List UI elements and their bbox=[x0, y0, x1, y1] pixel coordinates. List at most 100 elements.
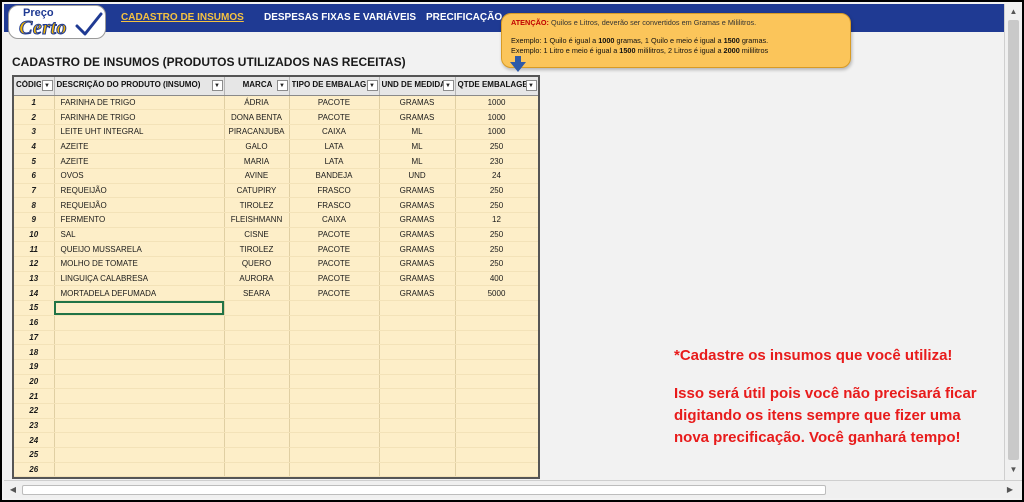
cell-marca[interactable]: ÁDRIA bbox=[224, 95, 290, 111]
cell-tipo-embalagem[interactable] bbox=[289, 432, 380, 448]
table-row[interactable]: 20 bbox=[14, 374, 538, 390]
table-row[interactable]: 13 LINGUIÇA CALABRESA AURORA PACOTE GRAMAS 40… bbox=[14, 271, 538, 287]
cell-codigo[interactable]: 11 bbox=[14, 241, 55, 258]
cell-und-medida[interactable] bbox=[379, 462, 456, 477]
filter-dropdown-icon[interactable]: ▼ bbox=[366, 80, 378, 91]
cell-marca[interactable]: CATUPIRY bbox=[224, 183, 290, 199]
cell-marca[interactable]: PIRACANJUBA bbox=[224, 124, 290, 140]
cell-und-medida[interactable]: GRAMAS bbox=[379, 271, 456, 287]
cell-codigo[interactable]: 13 bbox=[14, 271, 55, 287]
cell-qtde-embalagem[interactable]: 250 bbox=[455, 256, 538, 272]
cell-tipo-embalagem[interactable]: PACOTE bbox=[289, 109, 380, 125]
cell-tipo-embalagem[interactable]: PACOTE bbox=[289, 256, 380, 272]
cell-qtde-embalagem[interactable]: 250 bbox=[455, 241, 538, 258]
table-row[interactable]: 23 bbox=[14, 418, 538, 434]
horizontal-scrollbar[interactable]: ◀ ▶ bbox=[4, 480, 1022, 498]
cell-und-medida[interactable]: UND bbox=[379, 168, 456, 184]
cell-marca[interactable]: AURORA bbox=[224, 271, 290, 287]
cell-tipo-embalagem[interactable] bbox=[289, 403, 380, 419]
cell-marca[interactable]: DONA BENTA bbox=[224, 109, 290, 125]
cell-und-medida[interactable] bbox=[379, 374, 456, 390]
cell-descricao[interactable] bbox=[54, 418, 225, 434]
cell-tipo-embalagem[interactable]: FRASCO bbox=[289, 197, 380, 213]
cell-descricao[interactable] bbox=[54, 388, 225, 404]
cell-und-medida[interactable]: GRAMAS bbox=[379, 212, 456, 228]
cell-descricao[interactable]: MORTADELA DEFUMADA bbox=[54, 285, 225, 302]
vertical-scrollbar[interactable]: ▲ ▼ bbox=[1004, 4, 1022, 480]
cell-qtde-embalagem[interactable] bbox=[455, 418, 538, 434]
cell-und-medida[interactable] bbox=[379, 300, 456, 316]
cell-und-medida[interactable] bbox=[379, 403, 456, 419]
nav-cadastro-insumos[interactable]: CADASTRO DE INSUMOS bbox=[121, 12, 244, 23]
table-row[interactable]: 17 bbox=[14, 330, 538, 346]
cell-qtde-embalagem[interactable] bbox=[455, 403, 538, 419]
table-row[interactable]: 5 AZEITE MARIA LATA ML 230 bbox=[14, 153, 538, 169]
cell-tipo-embalagem[interactable]: FRASCO bbox=[289, 183, 380, 199]
cell-qtde-embalagem[interactable]: 250 bbox=[455, 183, 538, 199]
scroll-right-icon[interactable]: ▶ bbox=[1004, 484, 1016, 496]
cell-marca[interactable] bbox=[224, 447, 290, 463]
table-row[interactable]: 3 LEITE UHT INTEGRAL PIRACANJUBA CAIXA ML 100… bbox=[14, 124, 538, 140]
cell-und-medida[interactable]: ML bbox=[379, 153, 456, 169]
table-row[interactable]: 26 bbox=[14, 462, 538, 477]
cell-codigo[interactable]: 17 bbox=[14, 330, 55, 346]
cell-und-medida[interactable]: GRAMAS bbox=[379, 227, 456, 243]
cell-codigo[interactable]: 25 bbox=[14, 447, 55, 463]
cell-codigo[interactable]: 24 bbox=[14, 432, 55, 448]
cell-und-medida[interactable]: GRAMAS bbox=[379, 241, 456, 258]
cell-tipo-embalagem[interactable]: PACOTE bbox=[289, 241, 380, 258]
cell-descricao[interactable] bbox=[54, 403, 225, 419]
cell-codigo[interactable]: 12 bbox=[14, 256, 55, 272]
cell-descricao[interactable]: LEITE UHT INTEGRAL bbox=[54, 124, 225, 140]
scroll-up-icon[interactable]: ▲ bbox=[1007, 6, 1020, 18]
cell-qtde-embalagem[interactable] bbox=[455, 432, 538, 448]
cell-codigo[interactable]: 3 bbox=[14, 124, 55, 140]
cell-marca[interactable]: SEARA bbox=[224, 285, 290, 302]
cell-codigo[interactable]: 10 bbox=[14, 227, 55, 243]
horizontal-scroll-thumb[interactable] bbox=[22, 485, 826, 495]
filter-dropdown-icon[interactable]: ▼ bbox=[442, 80, 454, 91]
table-row[interactable]: 12 MOLHO DE TOMATE QUERO PACOTE GRAMAS 250 bbox=[14, 256, 538, 272]
cell-und-medida[interactable]: GRAMAS bbox=[379, 256, 456, 272]
cell-qtde-embalagem[interactable] bbox=[455, 388, 538, 404]
table-row[interactable]: 24 bbox=[14, 432, 538, 448]
cell-qtde-embalagem[interactable]: 400 bbox=[455, 271, 538, 287]
cell-codigo[interactable]: 26 bbox=[14, 462, 55, 477]
cell-und-medida[interactable]: GRAMAS bbox=[379, 183, 456, 199]
cell-marca[interactable] bbox=[224, 344, 290, 360]
cell-und-medida[interactable] bbox=[379, 447, 456, 463]
table-row[interactable]: 6 OVOS AVINE BANDEJA UND 24 bbox=[14, 168, 538, 184]
cell-marca[interactable] bbox=[224, 359, 290, 375]
cell-descricao[interactable] bbox=[54, 300, 225, 316]
cell-marca[interactable]: TIROLEZ bbox=[224, 197, 290, 213]
cell-und-medida[interactable] bbox=[379, 418, 456, 434]
cell-tipo-embalagem[interactable]: CAIXA bbox=[289, 124, 380, 140]
cell-qtde-embalagem[interactable]: 12 bbox=[455, 212, 538, 228]
cell-marca[interactable] bbox=[224, 388, 290, 404]
cell-codigo[interactable]: 9 bbox=[14, 212, 55, 228]
table-row[interactable]: 9 FERMENTO FLEISHMANN CAIXA GRAMAS 12 bbox=[14, 212, 538, 228]
cell-und-medida[interactable]: ML bbox=[379, 124, 456, 140]
cell-und-medida[interactable] bbox=[379, 344, 456, 360]
table-row[interactable]: 22 bbox=[14, 403, 538, 419]
cell-descricao[interactable] bbox=[54, 330, 225, 346]
cell-descricao[interactable]: AZEITE bbox=[54, 153, 225, 169]
cell-descricao[interactable]: AZEITE bbox=[54, 139, 225, 155]
table-row[interactable]: 4 AZEITE GALO LATA ML 250 bbox=[14, 139, 538, 155]
cell-codigo[interactable]: 16 bbox=[14, 315, 55, 331]
cell-tipo-embalagem[interactable] bbox=[289, 300, 380, 316]
cell-marca[interactable] bbox=[224, 432, 290, 448]
cell-marca[interactable]: TIROLEZ bbox=[224, 241, 290, 258]
cell-codigo[interactable]: 7 bbox=[14, 183, 55, 199]
cell-codigo[interactable]: 8 bbox=[14, 197, 55, 213]
table-row[interactable]: 19 bbox=[14, 359, 538, 375]
cell-codigo[interactable]: 4 bbox=[14, 139, 55, 155]
cell-qtde-embalagem[interactable] bbox=[455, 447, 538, 463]
cell-descricao[interactable]: QUEIJO MUSSARELA bbox=[54, 241, 225, 258]
cell-descricao[interactable]: LINGUIÇA CALABRESA bbox=[54, 271, 225, 287]
cell-qtde-embalagem[interactable]: 250 bbox=[455, 197, 538, 213]
cell-descricao[interactable]: REQUEIJÃO bbox=[54, 183, 225, 199]
cell-marca[interactable] bbox=[224, 315, 290, 331]
cell-qtde-embalagem[interactable] bbox=[455, 462, 538, 477]
cell-codigo[interactable]: 2 bbox=[14, 109, 55, 125]
